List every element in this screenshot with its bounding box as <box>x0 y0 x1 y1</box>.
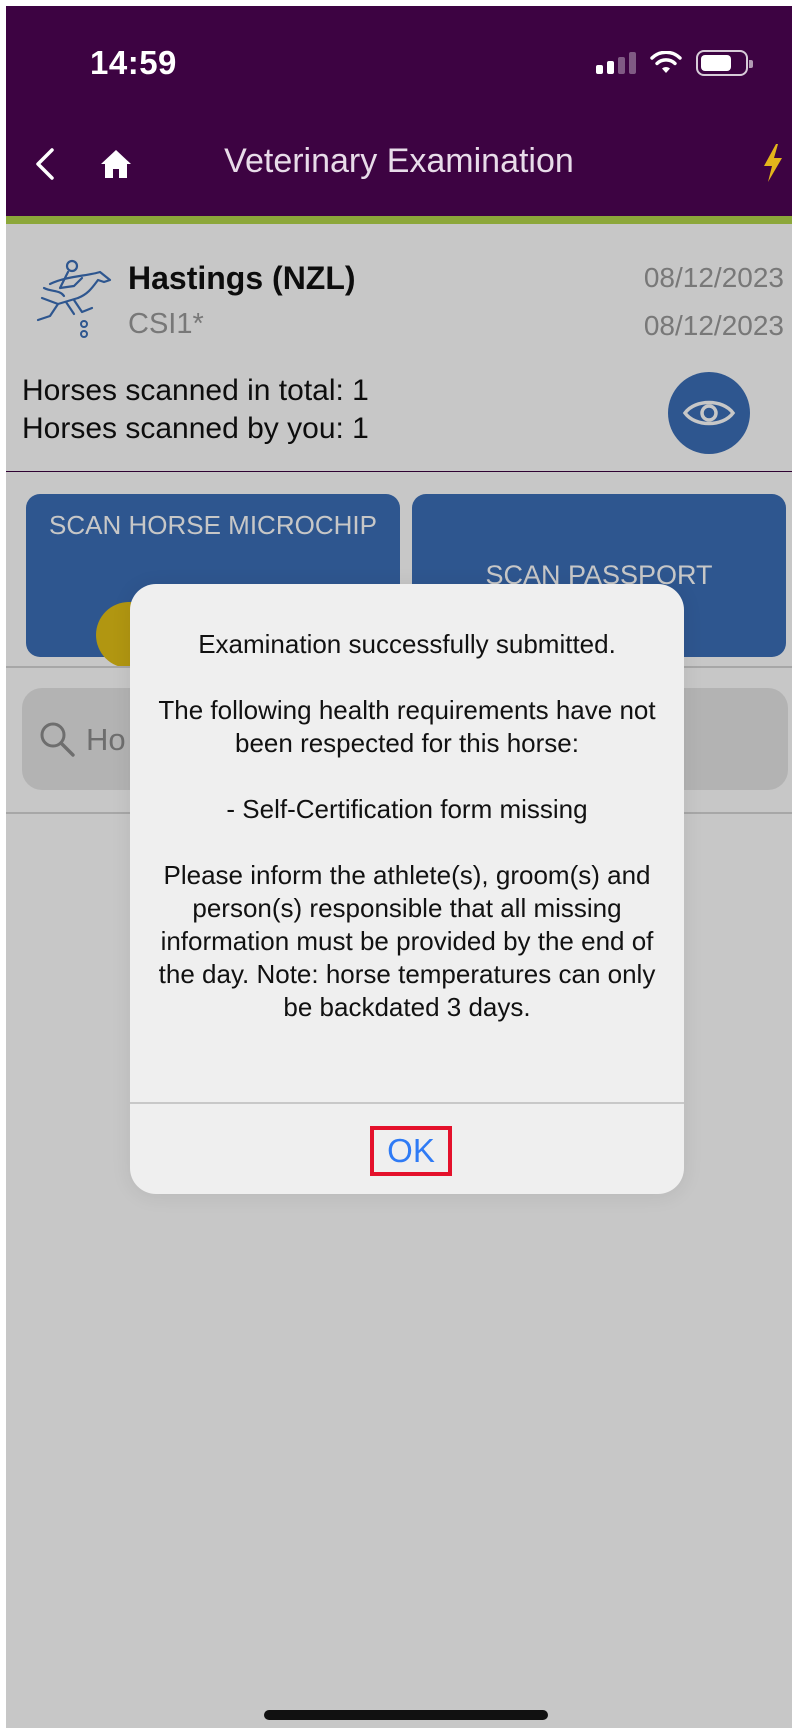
alert-dialog: Examination successfully submitted. The … <box>130 584 684 1194</box>
lightning-bolt-icon[interactable] <box>762 144 784 182</box>
alert-message: Examination successfully submitted. The … <box>154 628 660 1057</box>
header-accent-bar <box>6 216 792 224</box>
alert-divider <box>130 1102 684 1104</box>
status-icons <box>596 50 753 76</box>
alert-title: Examination successfully submitted. <box>198 629 616 659</box>
status-time: 14:59 <box>90 44 177 81</box>
alert-paragraph: - Self-Certification form missing <box>226 794 588 824</box>
ok-button[interactable]: OK <box>370 1126 452 1176</box>
app-header: 14:59 Veterinary Examination <box>6 6 792 216</box>
signal-icon <box>596 52 636 74</box>
app-screen: 14:59 Veterinary Examination Hastings (N… <box>6 6 792 1728</box>
wifi-icon <box>650 51 682 73</box>
alert-paragraph: The following health requirements have n… <box>158 695 656 758</box>
page-title: Veterinary Examination <box>224 142 574 180</box>
battery-icon <box>696 50 753 76</box>
alert-paragraph: Please inform the athlete(s), groom(s) a… <box>158 860 656 1022</box>
home-indicator[interactable] <box>264 1710 548 1720</box>
